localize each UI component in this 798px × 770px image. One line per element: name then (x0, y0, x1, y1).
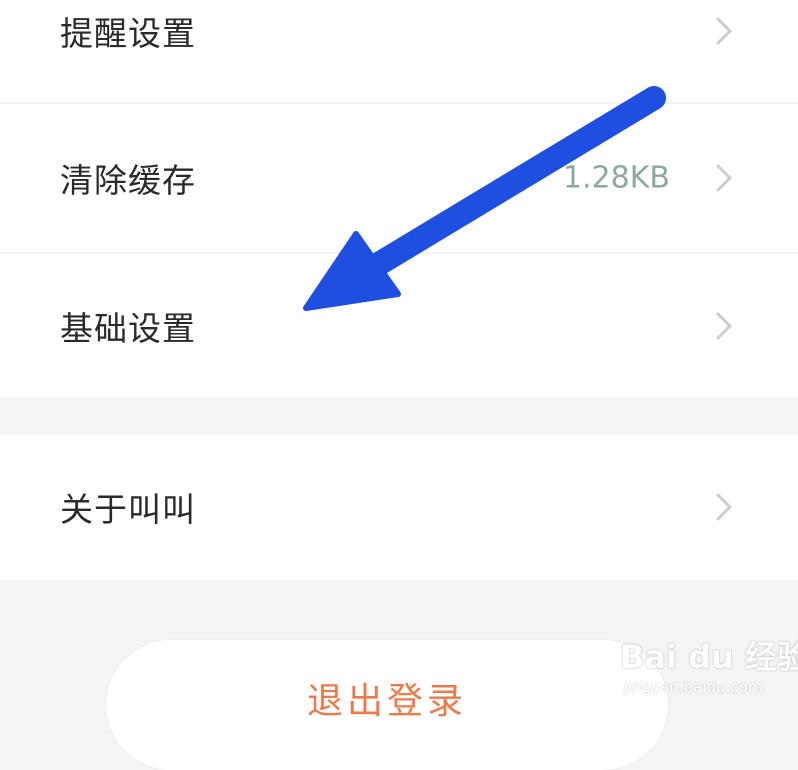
watermark-url: jingyan.baidu.com (624, 678, 763, 696)
chevron-right-icon (716, 312, 732, 340)
logout-label: 退出登录 (306, 681, 467, 722)
settings-item-clear-cache[interactable]: 清除缓存 1.28KB (0, 104, 798, 252)
watermark-logo: Bai du 经验 jingyan.baidu.com (612, 628, 798, 708)
settings-item-label: 基础设置 (60, 309, 196, 348)
settings-item-label: 关于叫叫 (60, 490, 196, 529)
chevron-right-icon (716, 17, 732, 45)
settings-item-label: 清除缓存 (60, 161, 196, 200)
watermark-text: Bai du 经验 (620, 638, 798, 676)
about-group: 关于叫叫 (0, 434, 798, 580)
chevron-right-icon (716, 164, 732, 192)
settings-item-label: 提醒设置 (60, 14, 196, 53)
chevron-right-icon (716, 493, 732, 521)
cache-size-value: 1.28KB (562, 160, 670, 196)
settings-group: 提醒设置 清除缓存 1.28KB 基础设置 (0, 0, 798, 398)
settings-item-reminder[interactable]: 提醒设置 (0, 0, 798, 102)
settings-item-about[interactable]: 关于叫叫 (0, 434, 798, 580)
settings-item-basic[interactable]: 基础设置 (0, 254, 798, 398)
logout-button[interactable]: 退出登录 (106, 640, 668, 770)
